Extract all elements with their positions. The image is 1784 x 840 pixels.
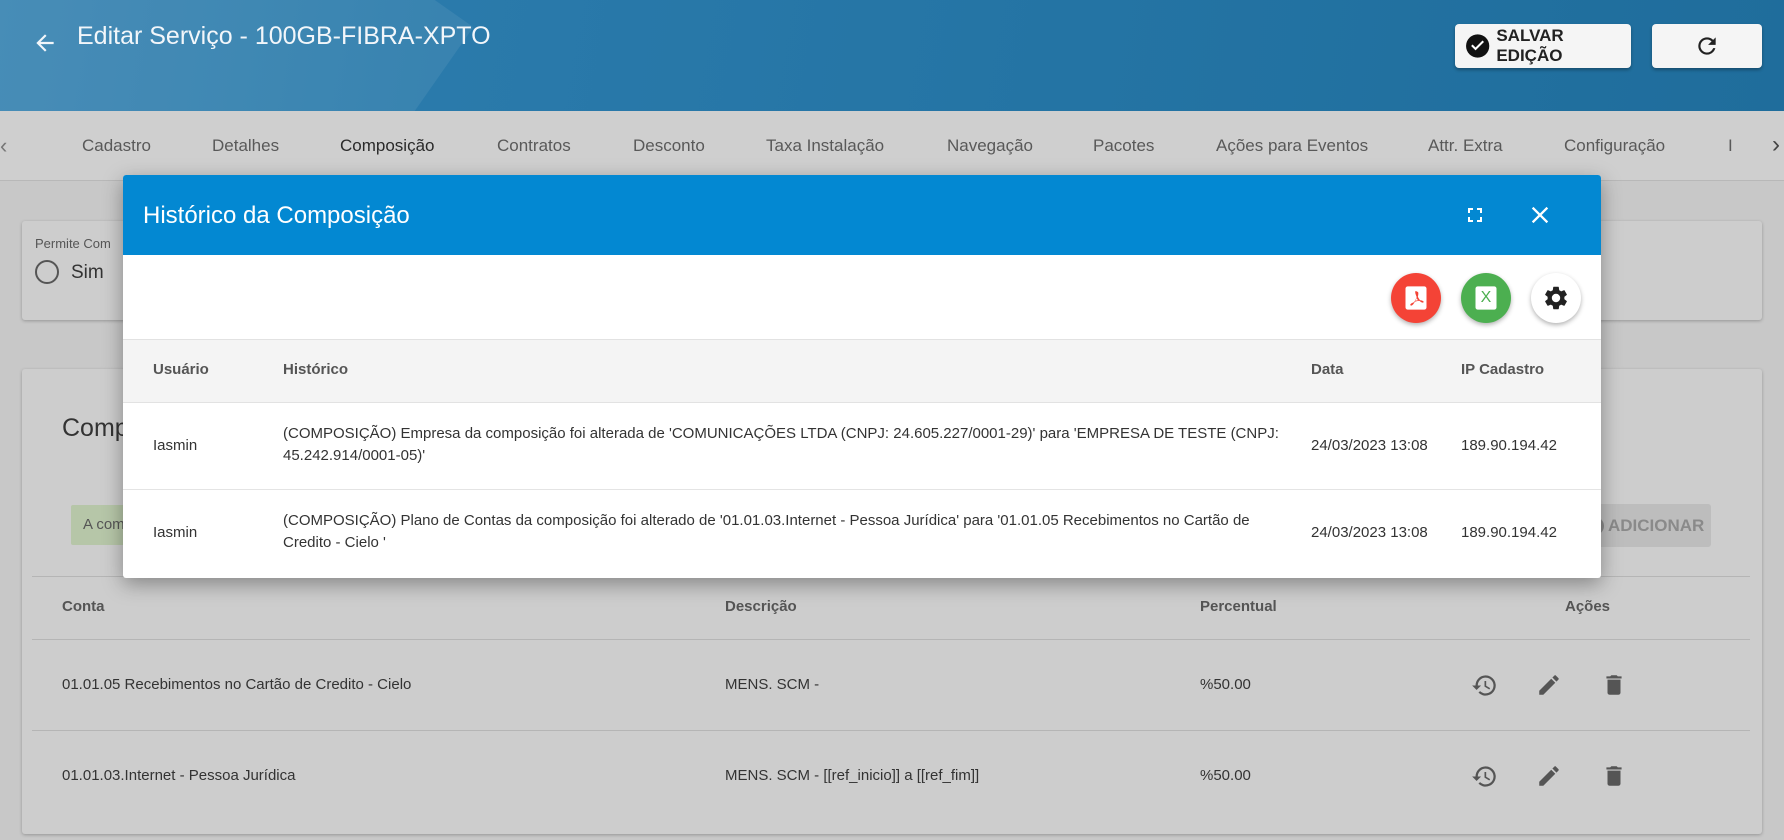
row-data: 24/03/2023 13:08: [1311, 437, 1428, 454]
close-icon: [1531, 206, 1549, 224]
row-usuario: Iasmin: [153, 524, 198, 541]
tab-cadastro[interactable]: Cadastro: [82, 136, 151, 156]
gear-icon: [1545, 286, 1567, 310]
table-row: Iasmin (COMPOSIÇÃO) Empresa da composiçã…: [123, 403, 1601, 490]
info-alert: A com: [71, 505, 131, 545]
row-percentual: %50.00: [1200, 676, 1251, 693]
tab-taxa-instalacao[interactable]: Taxa Instalação: [766, 136, 884, 156]
pencil-icon: [1539, 766, 1559, 786]
add-button-label: ADICIONAR: [1608, 515, 1705, 535]
row-descricao: MENS. SCM -: [725, 676, 820, 693]
col-header-usuario: Usuário: [153, 361, 209, 378]
row-conta: 01.01.03.Internet - Pessoa Jurídica: [62, 767, 296, 784]
trash-icon: [1606, 766, 1622, 786]
col-header-data: Data: [1311, 361, 1344, 378]
history-button[interactable]: [1470, 671, 1498, 699]
tab-navegacao[interactable]: Navegação: [947, 136, 1033, 156]
row-percentual: %50.00: [1200, 767, 1251, 784]
composicao-section-title: Comp: [62, 414, 129, 442]
trash-icon: [1606, 675, 1622, 695]
row-ip: 189.90.194.42: [1461, 437, 1557, 454]
export-excel-button[interactable]: X: [1461, 273, 1511, 323]
col-header-historico: Histórico: [283, 361, 349, 378]
tab-scroll-right-icon[interactable]: ›: [1772, 131, 1780, 159]
row-historico: (COMPOSIÇÃO) Empresa da composição foi a…: [283, 425, 1279, 464]
history-icon: [1471, 765, 1496, 787]
back-button[interactable]: [28, 26, 62, 60]
modal-header: Histórico da Composição: [123, 175, 1601, 255]
radio-sim-label: Sim: [71, 262, 104, 283]
tab-contratos[interactable]: Contratos: [497, 136, 571, 156]
col-header-descricao: Descrição: [725, 598, 797, 615]
save-edit-button[interactable]: SALVAR EDIÇÃO: [1455, 24, 1631, 68]
tab-composicao[interactable]: Composição: [340, 136, 435, 156]
arrow-left-icon: [36, 34, 54, 52]
row-usuario: Iasmin: [153, 437, 198, 454]
save-edit-label: SALVAR EDIÇÃO: [1496, 26, 1564, 65]
tab-attr-extra[interactable]: Attr. Extra: [1428, 136, 1503, 156]
excel-icon-letter: X: [1480, 289, 1492, 306]
app-header: Editar Serviço - 100GB-FIBRA-XPTO SALVAR…: [0, 0, 1784, 111]
permite-composicao-label: Permite Com: [35, 236, 111, 251]
refresh-button[interactable]: [1652, 24, 1762, 68]
pencil-icon: [1539, 675, 1559, 695]
tab-acoes-eventos[interactable]: Ações para Eventos: [1216, 136, 1368, 156]
tab-pacotes[interactable]: Pacotes: [1093, 136, 1154, 156]
table-row: Iasmin (COMPOSIÇÃO) Plano de Contas da c…: [123, 490, 1601, 577]
historico-modal: Histórico da Composição X Usuário Histór…: [123, 175, 1601, 578]
settings-button[interactable]: [1531, 273, 1581, 323]
export-pdf-button[interactable]: [1391, 273, 1441, 323]
radio-sim[interactable]: [35, 260, 59, 284]
row-conta: 01.01.05 Recebimentos no Cartão de Credi…: [62, 676, 412, 693]
row-ip: 189.90.194.42: [1461, 524, 1557, 541]
fullscreen-button[interactable]: [1461, 201, 1489, 229]
col-header-conta: Conta: [62, 598, 105, 615]
col-header-acoes: Ações: [1565, 598, 1611, 615]
row-descricao: MENS. SCM - [[ref_inicio]] a [[ref_fim]]: [725, 767, 980, 784]
table-divider: [32, 639, 1750, 640]
modal-title: Histórico da Composição: [143, 202, 410, 229]
pdf-icon: [1405, 286, 1427, 310]
edit-button[interactable]: [1535, 671, 1563, 699]
col-header-ip: IP Cadastro: [1461, 361, 1545, 378]
check-circle-icon: [1466, 34, 1490, 58]
edit-button[interactable]: [1535, 762, 1563, 790]
delete-button[interactable]: [1600, 762, 1628, 790]
history-button[interactable]: [1470, 762, 1498, 790]
tab-detalhes[interactable]: Detalhes: [212, 136, 279, 156]
fullscreen-icon: [1468, 208, 1482, 222]
history-table-header: Usuário Histórico Data IP Cadastro: [123, 339, 1601, 403]
tab-configuracao[interactable]: Configuração: [1564, 136, 1665, 156]
tab-more[interactable]: I: [1728, 136, 1733, 156]
refresh-icon: [1698, 37, 1716, 55]
row-historico: (COMPOSIÇÃO) Plano de Contas da composiç…: [283, 512, 1250, 551]
history-icon: [1471, 674, 1496, 696]
row-data: 24/03/2023 13:08: [1311, 524, 1428, 541]
close-button[interactable]: [1525, 200, 1555, 230]
tab-scroll-left-icon[interactable]: ‹: [0, 133, 7, 159]
col-header-percentual: Percentual: [1200, 598, 1277, 615]
delete-button[interactable]: [1600, 671, 1628, 699]
tab-bar: ‹ Cadastro Detalhes Composição Contratos…: [0, 111, 1784, 181]
tab-desconto[interactable]: Desconto: [633, 136, 705, 156]
table-divider: [32, 730, 1750, 731]
page-title: Editar Serviço - 100GB-FIBRA-XPTO: [77, 22, 491, 50]
